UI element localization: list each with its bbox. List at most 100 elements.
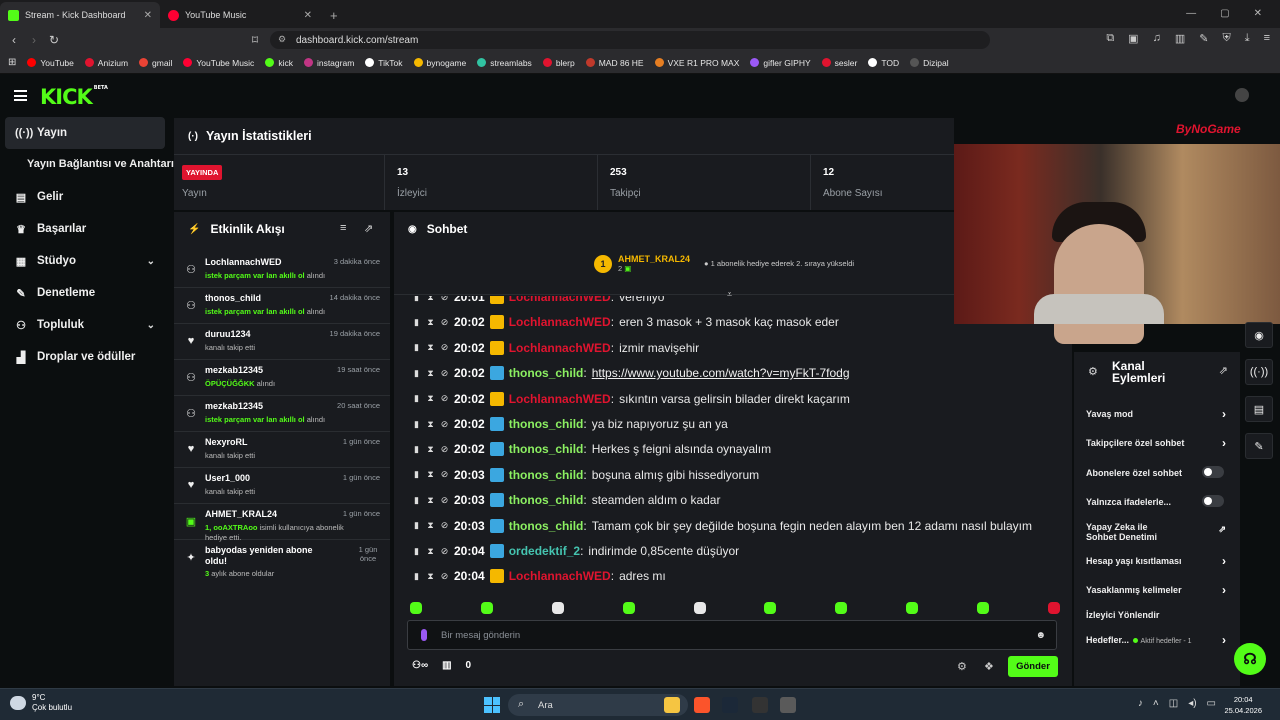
emote-icon[interactable] — [1047, 602, 1060, 614]
activity-item[interactable]: ▣ AHMET_KRAL24 1 gün önce 1, ooAXTRAoo isim… — [174, 504, 390, 542]
emote-icon[interactable] — [906, 602, 919, 614]
channel-action-row[interactable]: Abonelere özel sohbet — [1086, 466, 1228, 478]
site-info-icon[interactable]: ⚙ — [278, 34, 286, 45]
toggle-switch[interactable] — [1202, 495, 1224, 507]
bot-icon[interactable]: ❖ — [984, 660, 994, 673]
hamburger-menu-icon[interactable] — [14, 90, 27, 101]
tab-close-icon[interactable]: ✕ — [304, 10, 312, 21]
channel-action-row[interactable]: Yapay Zeka ile Sohbet Denetimi ⇗ — [1086, 522, 1228, 542]
chat-message[interactable]: ▮ ⧗ ⊘ 20:02 LochlannachWED: izmir mavişehir — [412, 337, 699, 359]
ban-icon[interactable]: ⊘ — [440, 296, 449, 303]
activity-item[interactable]: ✦ babyodas yeniden abone oldu! 1 gün önce 3… — [174, 540, 390, 584]
store-icon[interactable] — [780, 697, 796, 713]
maximize-icon[interactable]: ▢ — [1220, 8, 1229, 19]
tab-youtube-music[interactable]: YouTube Music ✕ — [160, 2, 320, 28]
extensions-icon[interactable]: ⧉ — [1106, 32, 1114, 45]
microphone-icon[interactable] — [421, 629, 427, 641]
emote-icon[interactable] — [551, 602, 564, 614]
moderation-dock-button[interactable]: ✎ — [1245, 433, 1273, 459]
chat-message[interactable]: ▮ ⧗ ⊘ 20:04 LochlannachWED: adres mı — [412, 565, 666, 587]
emote-icon[interactable] — [693, 602, 706, 614]
bookmark-item[interactable]: Dizipal — [910, 58, 949, 68]
back-icon[interactable]: ‹ — [4, 33, 24, 47]
apps-grid-icon[interactable]: ⊞ — [8, 57, 16, 68]
broadcast-dock-button[interactable]: ((·)) — [1245, 359, 1273, 385]
kick-logo[interactable]: KICK BETA — [40, 85, 108, 109]
channel-action-row[interactable]: İzleyici Yönlendir — [1086, 610, 1228, 620]
settings-icon[interactable]: ⚙ — [957, 660, 967, 673]
ban-icon[interactable]: ⊘ — [440, 495, 449, 506]
emote-icon[interactable] — [764, 602, 777, 614]
delete-icon[interactable]: ▮ — [412, 571, 421, 582]
file-explorer-icon[interactable] — [664, 697, 680, 713]
message-username[interactable]: LochlannachWED — [509, 392, 611, 406]
chat-message[interactable]: ▮ ⧗ ⊘ 20:03 thonos_child: steamden aldım o ka… — [412, 489, 720, 511]
vpn-icon[interactable]: ⛨ — [1222, 32, 1230, 45]
message-username[interactable]: thonos_child — [509, 417, 584, 431]
bookmark-item[interactable]: blerp — [542, 58, 575, 68]
taskbar-app-icon[interactable] — [638, 697, 654, 713]
timeout-icon[interactable]: ⧗ — [426, 368, 435, 379]
chat-message[interactable]: ▮ ⧗ ⊘ 20:02 thonos_child: Herkes ş feigni als… — [412, 438, 771, 460]
activity-item[interactable]: ⚇ mezkab12345 20 saat önce istek parçam var… — [174, 396, 390, 432]
points-icon[interactable]: ⚇∞ — [412, 660, 428, 671]
chat-message[interactable]: ▮ ⧗ ⊘ 20:01 LochlannachWED: vereniyo — [412, 296, 664, 308]
channel-action-row[interactable]: Takipçilere özel sohbet › — [1086, 437, 1228, 449]
message-username[interactable]: ordedektif_2 — [509, 544, 580, 558]
taskbar-search[interactable]: ⌕ Ara — [508, 694, 688, 716]
bookmark-item[interactable]: sesler — [821, 58, 857, 68]
ban-icon[interactable]: ⊘ — [440, 520, 449, 531]
chat-input[interactable]: Bir mesaj gönderin ☻ — [407, 620, 1057, 650]
emote-icon[interactable] — [835, 602, 848, 614]
message-username[interactable]: thonos_child — [509, 366, 584, 380]
emote-icon[interactable] — [480, 602, 493, 614]
popout-icon[interactable]: ⇗ — [364, 222, 373, 235]
delete-icon[interactable]: ▮ — [412, 317, 421, 328]
bookmark-icon[interactable]: ⌑ — [245, 33, 265, 47]
delete-icon[interactable]: ▮ — [412, 368, 421, 379]
channel-action-row[interactable]: Yalnızca ifadelerle... — [1086, 495, 1228, 507]
network-icon[interactable]: ◫ — [1169, 698, 1178, 709]
delete-icon[interactable]: ▮ — [412, 342, 421, 353]
activity-item[interactable]: ♥ duruu1234 19 dakika önce kanalı takip ett… — [174, 324, 390, 360]
message-username[interactable]: LochlannachWED — [509, 569, 611, 583]
bookmark-item[interactable]: kick — [265, 58, 293, 68]
activity-item[interactable]: ⚇ LochlannachWED 3 dakika önce istek parçam… — [174, 252, 390, 288]
bookmark-item[interactable]: MAD 86 HE — [585, 58, 644, 68]
message-username[interactable]: thonos_child — [509, 519, 584, 533]
weather-widget[interactable]: 9°C Çok bulutlu — [10, 693, 72, 713]
timeout-icon[interactable]: ⧗ — [426, 546, 435, 557]
battery-icon[interactable]: ▭ — [1207, 698, 1216, 709]
timeout-icon[interactable]: ⧗ — [426, 393, 435, 404]
timeout-icon[interactable]: ⧗ — [426, 342, 435, 353]
timeout-icon[interactable]: ⧗ — [426, 495, 435, 506]
chat-message[interactable]: ▮ ⧗ ⊘ 20:02 thonos_child: ya biz napıyoruz şu… — [412, 413, 728, 435]
chat-message[interactable]: ▮ ⧗ ⊘ 20:03 thonos_child: Tamam çok bir şey d… — [412, 515, 1032, 537]
filter-icon[interactable]: ≡ — [340, 222, 346, 234]
chat-message[interactable]: ▮ ⧗ ⊘ 20:04 ordedektif_2: indirimde 0,85cente… — [412, 540, 739, 562]
url-field[interactable]: ⚙ dashboard.kick.com/stream — [270, 31, 990, 49]
tab-kick-dashboard[interactable]: Stream - Kick Dashboard ✕ — [0, 2, 160, 28]
minimize-icon[interactable]: — — [1186, 8, 1196, 19]
delete-icon[interactable]: ▮ — [412, 296, 421, 303]
pinned-gift-leader[interactable]: 1 AHMET_KRAL24 2 ▣ ● 1 abonelik hediye e… — [594, 254, 854, 273]
music-icon[interactable]: ♫ — [1153, 32, 1161, 45]
steam-icon[interactable] — [722, 697, 738, 713]
taskbar-clock[interactable]: 20:04 25.04.2026 — [1224, 694, 1262, 716]
timeout-icon[interactable]: ⧗ — [426, 520, 435, 531]
delete-icon[interactable]: ▮ — [412, 419, 421, 430]
close-window-icon[interactable]: ✕ — [1254, 8, 1262, 19]
delete-icon[interactable]: ▮ — [412, 546, 421, 557]
emoji-icon[interactable]: ☻ — [1035, 630, 1046, 641]
sidebar-item-gelir[interactable]: ▤ Gelir — [5, 181, 165, 213]
sidebar-item-denetleme[interactable]: ✎ Denetleme — [5, 277, 165, 309]
bookmark-item[interactable]: instagram — [303, 58, 354, 68]
timeout-icon[interactable]: ⧗ — [426, 296, 435, 303]
tab-close-icon[interactable]: ✕ — [144, 10, 152, 21]
emote-icon[interactable] — [622, 602, 635, 614]
new-tab-icon[interactable]: + — [330, 2, 338, 28]
activity-item[interactable]: ⚇ mezkab12345 19 saat önce ÖPÜÇÜĞĞKK alındı — [174, 360, 390, 396]
chevron-up-icon[interactable]: ˄ — [1153, 698, 1159, 709]
ban-icon[interactable]: ⊘ — [440, 444, 449, 455]
epic-games-icon[interactable] — [752, 697, 768, 713]
